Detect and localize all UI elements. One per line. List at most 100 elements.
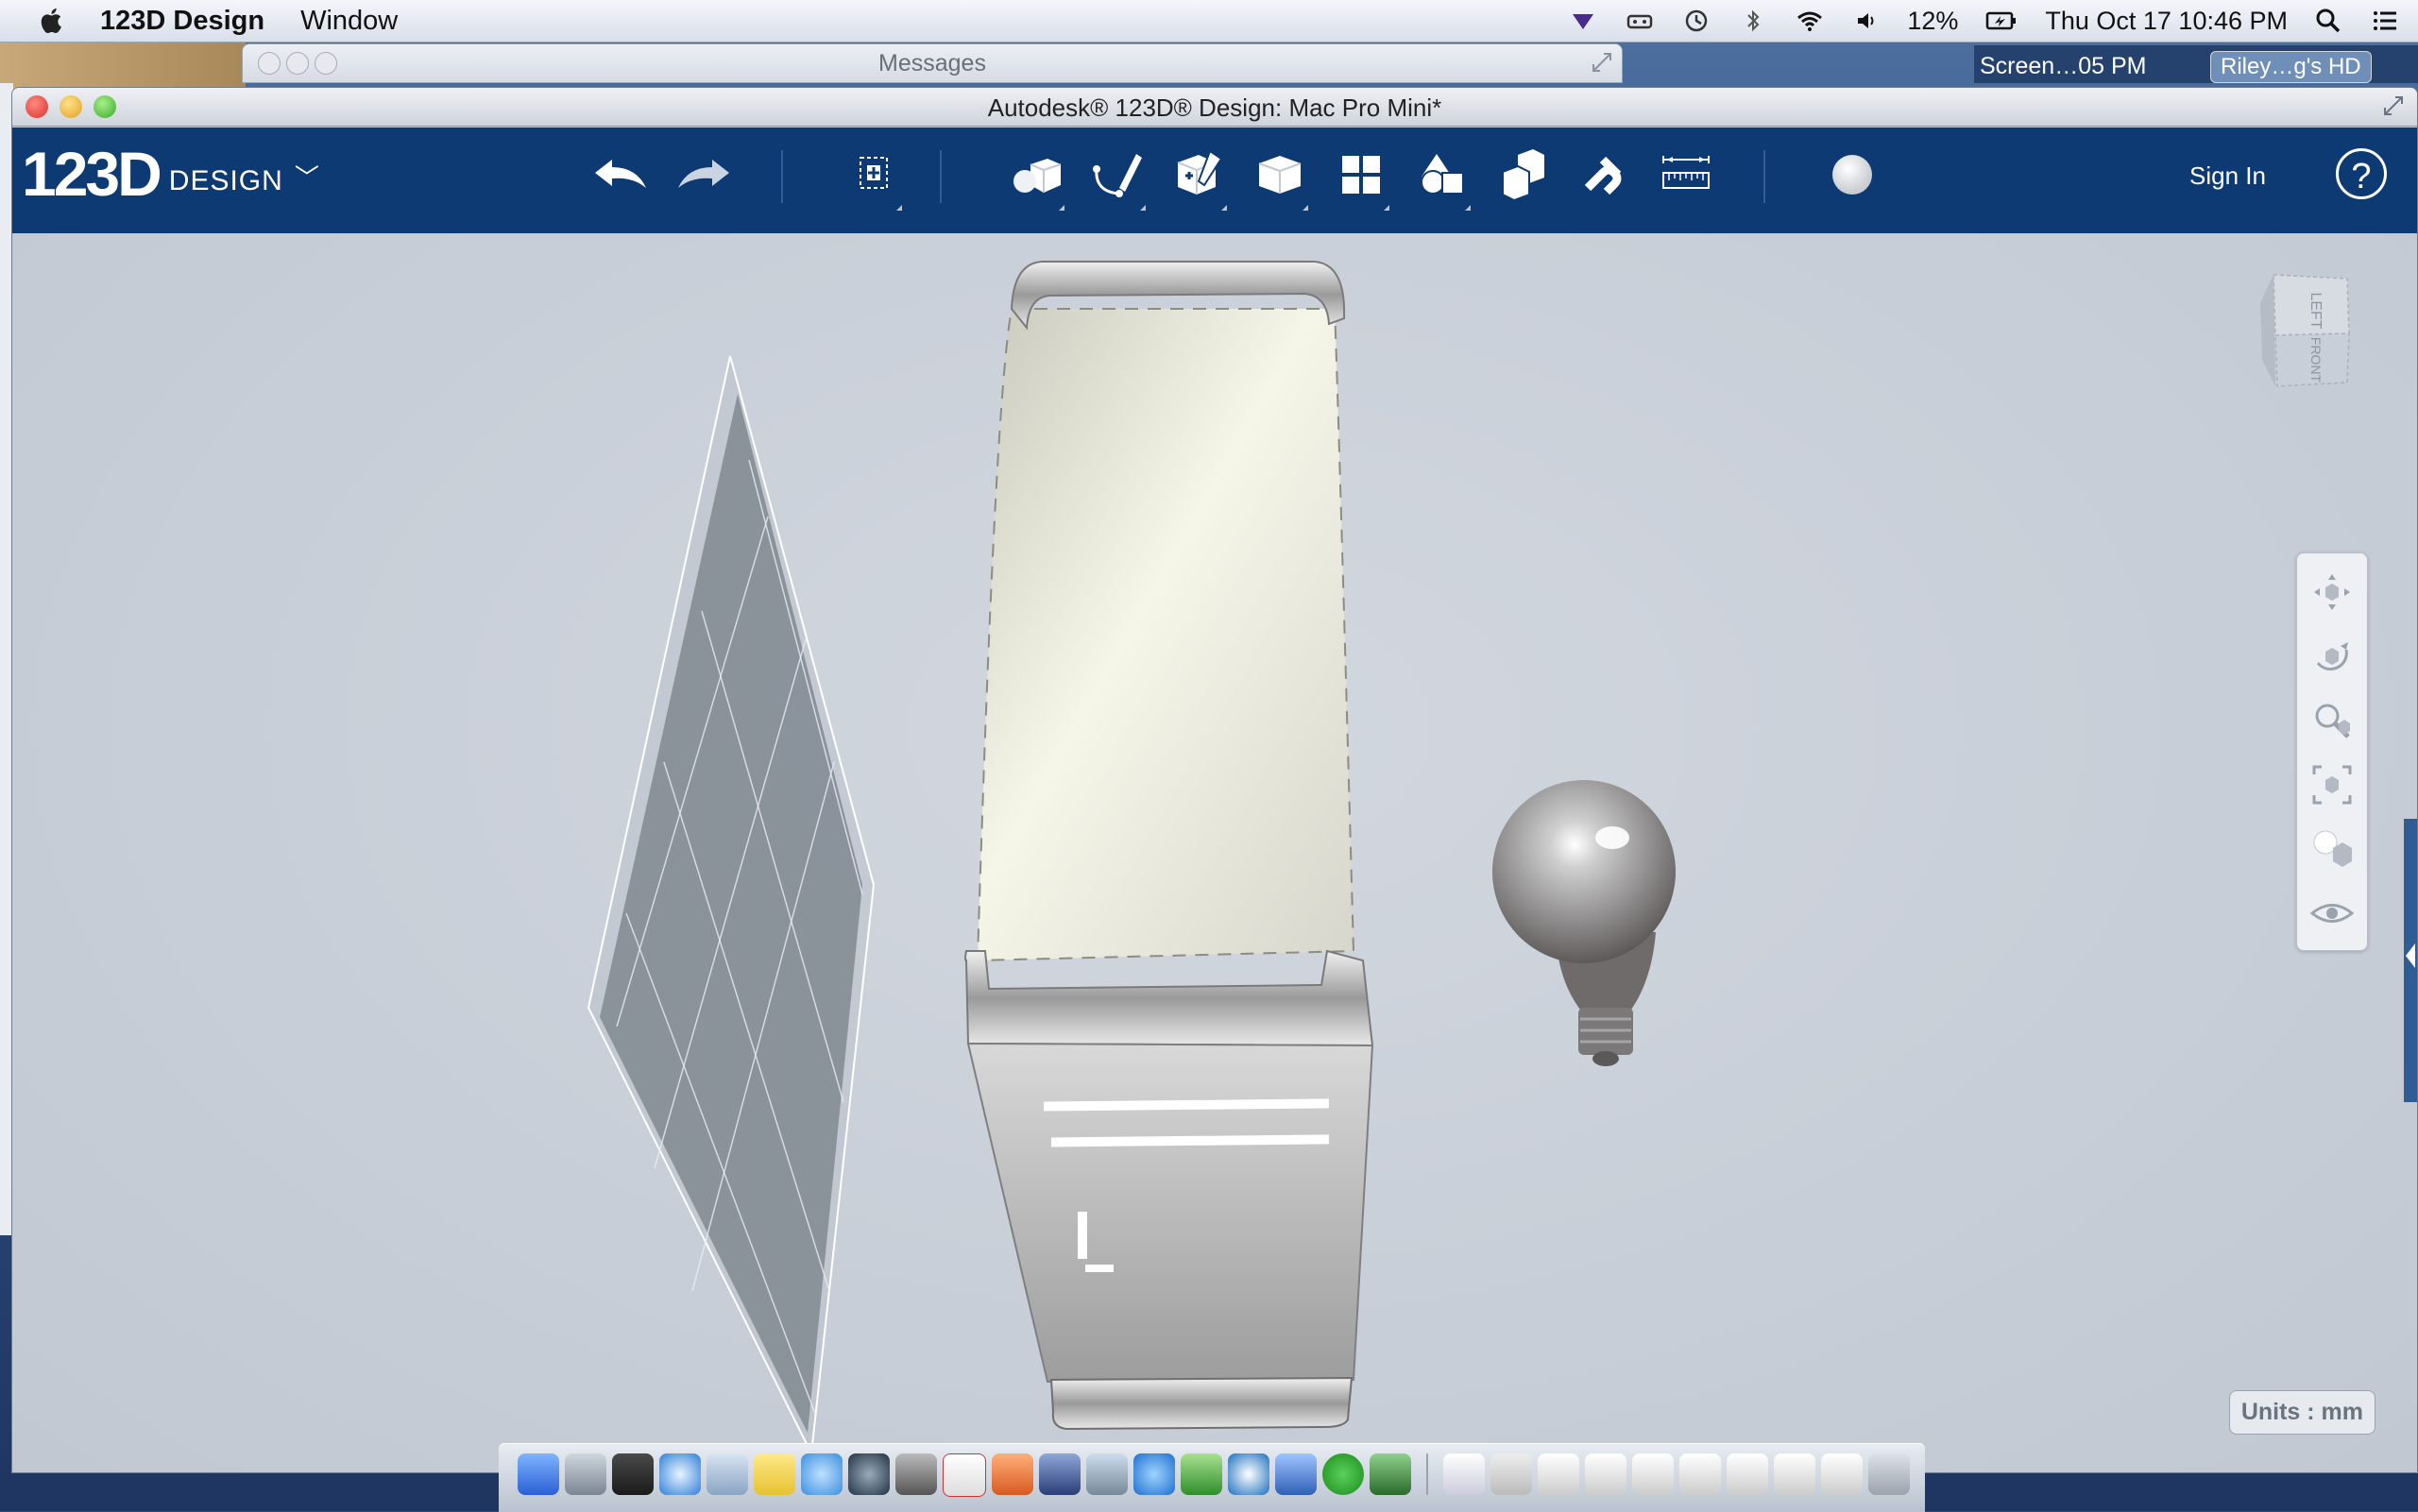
itunes-icon[interactable]	[1133, 1453, 1175, 1495]
dropdown-corner	[896, 205, 902, 211]
sign-in-link[interactable]: Sign In	[2189, 161, 2266, 191]
side-panel-model[interactable]	[587, 355, 876, 1457]
snap-button[interactable]	[1575, 144, 1635, 205]
clock[interactable]: Thu Oct 17 10:46 PM	[2045, 7, 2288, 36]
orbit-button[interactable]	[2308, 633, 2356, 680]
combine-button[interactable]	[1493, 144, 1554, 205]
photo-booth-icon[interactable]	[895, 1453, 937, 1495]
fullscreen-icon[interactable]	[2381, 93, 2406, 118]
notes-icon[interactable]	[754, 1453, 795, 1495]
messages-window[interactable]: Messages	[242, 43, 1623, 83]
time-machine-icon[interactable]	[1680, 7, 1712, 35]
primitives-button[interactable]	[1006, 144, 1066, 211]
app-menu-logo[interactable]: 123D DESIGN ﹀	[22, 141, 319, 207]
main-window: Autodesk® 123D® Design: Mac Pro Mini* 12…	[11, 87, 2418, 1473]
wifi-icon[interactable]	[1794, 7, 1826, 35]
messages-title: Messages	[878, 50, 986, 76]
pattern-button[interactable]	[1331, 144, 1391, 211]
file-icon[interactable]	[1679, 1453, 1721, 1495]
scene	[587, 261, 1676, 1457]
list-icon[interactable]	[2369, 7, 2401, 35]
bluetooth-icon[interactable]	[1737, 7, 1769, 35]
logo-number: 123D	[22, 139, 162, 209]
dock-icons	[518, 1453, 1910, 1497]
sketch-button[interactable]	[1087, 144, 1148, 211]
mission-control-icon[interactable]	[612, 1453, 654, 1495]
app-icon[interactable]	[1370, 1453, 1411, 1495]
measure-button[interactable]	[1656, 144, 1716, 205]
fit-button[interactable]	[2308, 761, 2356, 808]
stack-icon[interactable]	[1490, 1453, 1532, 1495]
material-sphere-icon	[1832, 155, 1872, 195]
material-view-button[interactable]	[2308, 825, 2356, 873]
spotify-icon[interactable]	[1322, 1453, 1364, 1495]
help-button[interactable]: ?	[2336, 148, 2387, 199]
modify-button[interactable]	[1250, 144, 1310, 211]
file-icon[interactable]	[1632, 1453, 1674, 1495]
battery-icon[interactable]	[1983, 7, 2020, 35]
launchpad-icon[interactable]	[565, 1453, 606, 1495]
zoom-icon	[2315, 704, 2350, 739]
file-icon[interactable]	[1774, 1453, 1815, 1495]
pattern-icon	[1342, 156, 1380, 194]
pan-button[interactable]	[2308, 569, 2356, 616]
eye-icon	[2310, 904, 2354, 923]
document-icon[interactable]	[1443, 1453, 1485, 1495]
safari-icon[interactable]	[659, 1453, 701, 1495]
numbers-icon[interactable]	[1181, 1453, 1222, 1495]
dock	[499, 1443, 1925, 1512]
file-icon[interactable]	[1538, 1453, 1579, 1495]
redo-button[interactable]	[673, 144, 734, 205]
volume-icon[interactable]	[1850, 7, 1882, 35]
magnet-icon	[1584, 156, 1622, 195]
apple-icon[interactable]	[36, 5, 68, 37]
3d-viewport[interactable]: LEFT FRONT Units: mm	[12, 233, 2417, 1472]
network-icon[interactable]	[1624, 7, 1656, 35]
redo-icon	[678, 160, 729, 188]
hard-drive-label[interactable]: Riley…g's HD	[2210, 51, 2372, 83]
file-icon[interactable]	[1821, 1453, 1863, 1495]
preview-icon[interactable]	[1086, 1453, 1128, 1495]
menu-app-name[interactable]: 123D Design	[100, 6, 264, 37]
keynote-icon[interactable]	[992, 1453, 1033, 1495]
zoom-button-nav[interactable]	[2308, 697, 2356, 744]
material-button[interactable]	[1822, 144, 1882, 205]
sync-icon[interactable]	[1228, 1453, 1269, 1495]
light-bulb-model[interactable]	[1492, 780, 1676, 1066]
chevron-left-icon	[2406, 943, 2415, 968]
modify-icon	[1258, 156, 1302, 194]
dock-divider	[1426, 1453, 1428, 1495]
construct-button[interactable]	[1168, 144, 1229, 211]
trash-icon[interactable]	[1868, 1453, 1910, 1495]
mac-pro-tower-model[interactable]	[964, 261, 1374, 1431]
transform-button[interactable]	[843, 144, 904, 211]
mail-icon[interactable]	[707, 1453, 748, 1495]
view-cube[interactable]: LEFT FRONT	[2256, 265, 2360, 388]
messages-icon[interactable]	[801, 1453, 843, 1495]
pan-icon	[2314, 574, 2350, 610]
file-icon[interactable]	[1585, 1453, 1626, 1495]
file-icon[interactable]	[1727, 1453, 1768, 1495]
title-bar[interactable]: Autodesk® 123D® Design: Mac Pro Mini*	[12, 88, 2417, 127]
dropdown-corner	[1384, 205, 1389, 211]
units-button[interactable]: Units : mm	[2228, 1390, 2375, 1435]
status-area: 12% Thu Oct 17 10:46 PM	[1567, 0, 2401, 42]
screenshot-file-label[interactable]: Screen…05 PM	[1980, 53, 2146, 80]
menu-window[interactable]: Window	[300, 6, 398, 37]
pen-app-icon[interactable]	[1039, 1453, 1081, 1495]
grouping-button[interactable]	[1412, 144, 1473, 211]
undo-button[interactable]	[590, 144, 651, 205]
visibility-button[interactable]	[2308, 890, 2356, 937]
dropdown-corner	[1303, 205, 1308, 211]
calendar-icon[interactable]	[943, 1453, 986, 1497]
search-icon[interactable]	[2312, 7, 2344, 35]
toolbar-separator	[1763, 150, 1765, 203]
shield-icon[interactable]	[1567, 7, 1599, 35]
right-panel-toggle[interactable]	[2404, 819, 2417, 1102]
fullscreen-icon[interactable]	[1590, 50, 1614, 75]
logo-word: DESIGN	[168, 165, 283, 196]
app-store-icon[interactable]	[1275, 1453, 1317, 1495]
finder-icon[interactable]	[518, 1453, 559, 1495]
facetime-icon[interactable]	[848, 1453, 890, 1495]
dropdown-corner	[1221, 205, 1227, 211]
